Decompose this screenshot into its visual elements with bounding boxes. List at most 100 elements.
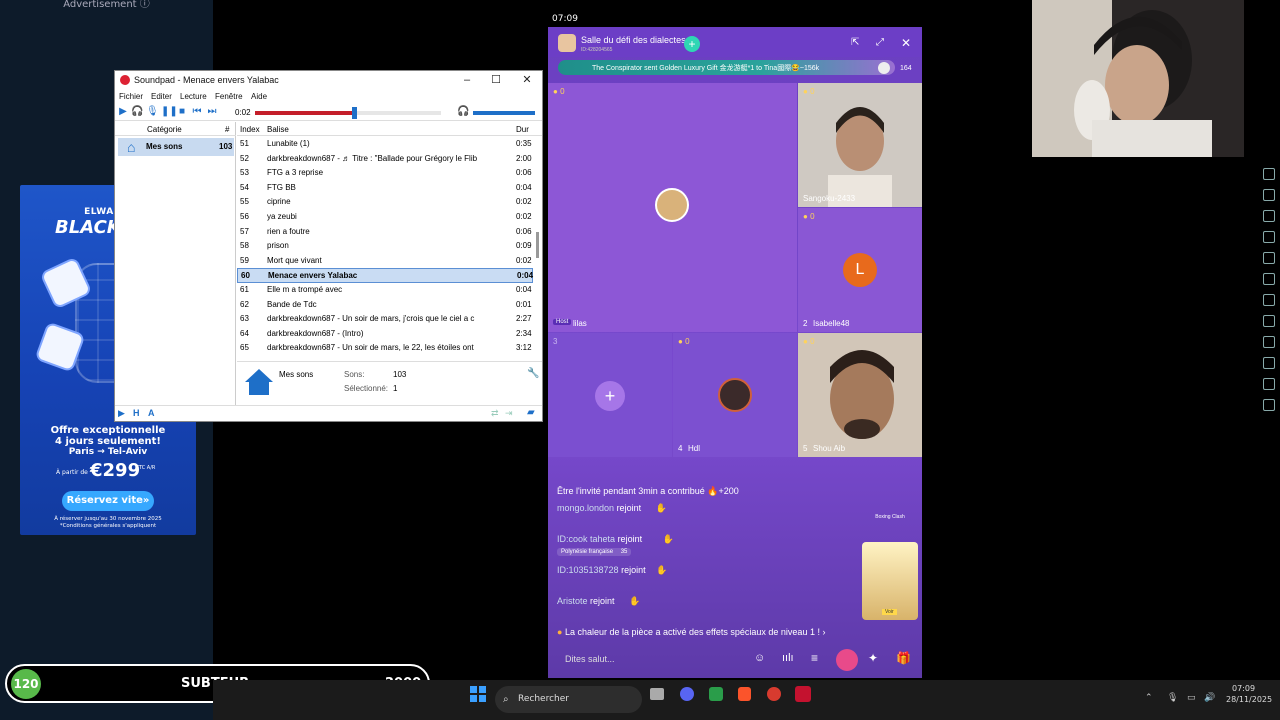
emulator-tool-icon[interactable]: [1263, 231, 1275, 243]
speaker-icon[interactable]: 🔊: [1204, 693, 1215, 703]
wave-icon[interactable]: ✋: [629, 596, 640, 606]
sound-row[interactable]: 60 Menace envers Yalabac 0:04: [237, 268, 533, 283]
headphones-volume-icon[interactable]: 🎧: [457, 106, 469, 118]
chat-input[interactable]: Dites salut...: [556, 648, 746, 670]
tray-chevron-icon[interactable]: ⌃: [1145, 693, 1153, 703]
guest-tile-host[interactable]: ● 0 Host lilas: [548, 83, 797, 332]
play-icon[interactable]: ▶: [117, 106, 129, 118]
expand-icon[interactable]: ⤢: [876, 37, 884, 48]
next-icon[interactable]: ⏭: [206, 106, 218, 118]
maximize-button[interactable]: ☐: [482, 73, 510, 88]
sound-row[interactable]: 65 darkbreakdown687 - Un soir de mars, le…: [237, 341, 533, 352]
menu-fichier[interactable]: Fichier: [119, 92, 143, 101]
repeat-icon[interactable]: ⇄: [491, 408, 499, 419]
menu-icon[interactable]: ≡: [811, 651, 818, 665]
menu-editer[interactable]: Editer: [151, 92, 172, 101]
taskbar-time[interactable]: 07:09: [1232, 684, 1255, 693]
sound-row[interactable]: 54 FTG BB 0:04: [237, 181, 533, 196]
emulator-tool-icon[interactable]: [1263, 315, 1275, 327]
gift-box-icon[interactable]: 🎁: [896, 651, 911, 665]
task-view-icon[interactable]: [650, 688, 664, 700]
sound-row[interactable]: 64 darkbreakdown687 - (Intro) 2:34: [237, 327, 533, 342]
room-avatar[interactable]: [558, 34, 576, 52]
display-icon[interactable]: ▭: [1187, 693, 1196, 703]
emoji-icon[interactable]: ☺: [754, 652, 765, 664]
emulator-tool-icon[interactable]: [1263, 336, 1275, 348]
chrome-icon[interactable]: [767, 687, 781, 701]
volume-slider[interactable]: [473, 111, 535, 115]
taskbar-search[interactable]: ⌕ Rechercher: [495, 686, 642, 713]
viewer-avatar[interactable]: [878, 62, 890, 74]
emulator-tool-icon[interactable]: [1263, 399, 1275, 411]
emulator-tool-icon[interactable]: [1263, 189, 1275, 201]
chat-user[interactable]: ID:cook taheta: [557, 534, 615, 544]
previous-icon[interactable]: ⏮: [191, 106, 203, 118]
guest-tile-hdl[interactable]: ● 0 4 Hdl: [673, 333, 797, 457]
category-item-mes-sons[interactable]: ⌂ Mes sons 103: [118, 138, 234, 156]
sound-row[interactable]: 57 rien a foutre 0:06: [237, 225, 533, 240]
wrench-icon[interactable]: 🔧: [527, 368, 539, 379]
wave-icon[interactable]: ✋: [656, 503, 667, 513]
effects-icon[interactable]: ✦: [868, 651, 878, 665]
emulator-tool-icon[interactable]: [1263, 378, 1275, 390]
emulator-tool-icon[interactable]: [1263, 294, 1275, 306]
sound-row[interactable]: 61 Elle m a trompé avec 0:04: [237, 283, 533, 298]
play-icon[interactable]: ▶: [118, 408, 125, 419]
discord-icon[interactable]: [680, 687, 694, 701]
progress-track[interactable]: [255, 107, 441, 119]
close-button[interactable]: ✕: [513, 73, 541, 88]
guest-tile-sangoku[interactable]: ● 0 Sangoku-2433: [798, 83, 922, 207]
duration-col-label[interactable]: Dur: [516, 125, 529, 134]
minimize-button[interactable]: –: [453, 73, 481, 88]
tag-col-label[interactable]: Balise: [267, 125, 289, 134]
stop-icon[interactable]: ■: [176, 106, 188, 118]
chat-icon[interactable]: ▰: [527, 407, 535, 418]
hotkey-icon[interactable]: H: [133, 408, 140, 418]
sound-row[interactable]: 56 ya zeubi 0:02: [237, 210, 533, 225]
guest-tile-empty[interactable]: 3 +: [548, 333, 672, 457]
chat-user[interactable]: ID:1035138728: [557, 565, 619, 575]
menu-fenetre[interactable]: Fenêtre: [215, 92, 243, 101]
headphones-icon[interactable]: 🎧: [131, 106, 143, 118]
sound-row[interactable]: 62 Bande de Tdc 0:01: [237, 298, 533, 313]
menu-aide[interactable]: Aide: [251, 92, 267, 101]
promo-card[interactable]: Voir: [862, 542, 918, 620]
progress-thumb[interactable]: [351, 107, 357, 119]
sound-row[interactable]: 52 darkbreakdown687 - ♬ Titre : "Ballade …: [237, 152, 533, 167]
boxing-clash-badge[interactable]: Boxing Clash: [862, 514, 918, 536]
index-col-label[interactable]: Index: [240, 125, 260, 134]
sound-row[interactable]: 53 FTG a 3 reprise 0:06: [237, 166, 533, 181]
follow-plus-icon[interactable]: +: [684, 36, 700, 52]
emulator-tool-icon[interactable]: [1263, 273, 1275, 285]
promo-button[interactable]: Voir: [882, 609, 897, 615]
taskbar-date[interactable]: 28/11/2025: [1226, 695, 1272, 704]
app-icon[interactable]: [709, 687, 723, 701]
menu-lecture[interactable]: Lecture: [180, 92, 207, 101]
share-icon[interactable]: ⇱: [851, 37, 859, 48]
guest-tile-shou[interactable]: ● 0 5 Shou Aib: [798, 333, 922, 457]
autoplay-icon[interactable]: A: [148, 408, 155, 418]
vertical-scrollbar[interactable]: [536, 232, 539, 258]
emulator-tool-icon[interactable]: [1263, 168, 1275, 180]
add-guest-icon[interactable]: +: [595, 381, 625, 411]
gift-icon[interactable]: [836, 649, 858, 671]
microphone-tray-icon[interactable]: 🎙: [1167, 693, 1178, 703]
emulator-tool-icon[interactable]: [1263, 252, 1275, 264]
emulator-tool-icon[interactable]: [1263, 210, 1275, 222]
wave-icon[interactable]: ✋: [656, 565, 667, 575]
pause-icon[interactable]: ❚❚: [161, 106, 178, 118]
chat-user[interactable]: mongo.london: [557, 503, 614, 513]
close-icon[interactable]: ✕: [901, 36, 911, 50]
sound-row[interactable]: 55 ciprine 0:02: [237, 195, 533, 210]
forward-icon[interactable]: ⇥: [505, 408, 513, 419]
wave-icon[interactable]: ✋: [663, 534, 674, 544]
ad-cta-button[interactable]: Réservez vite»: [62, 491, 154, 511]
windows-start-icon[interactable]: [470, 686, 486, 702]
chat-user[interactable]: Aristote: [557, 596, 588, 606]
media-player-icon[interactable]: [795, 686, 811, 702]
guest-tile-isabelle[interactable]: ● 0 L 2 Isabelle48: [798, 208, 922, 332]
title-bar[interactable]: Soundpad - Menace envers Yalabac – ☐ ✕: [115, 71, 542, 90]
sound-row[interactable]: 59 Mort que vivant 0:02: [237, 254, 533, 269]
emulator-tool-icon[interactable]: [1263, 357, 1275, 369]
microphone-icon[interactable]: 🎙: [146, 106, 159, 118]
